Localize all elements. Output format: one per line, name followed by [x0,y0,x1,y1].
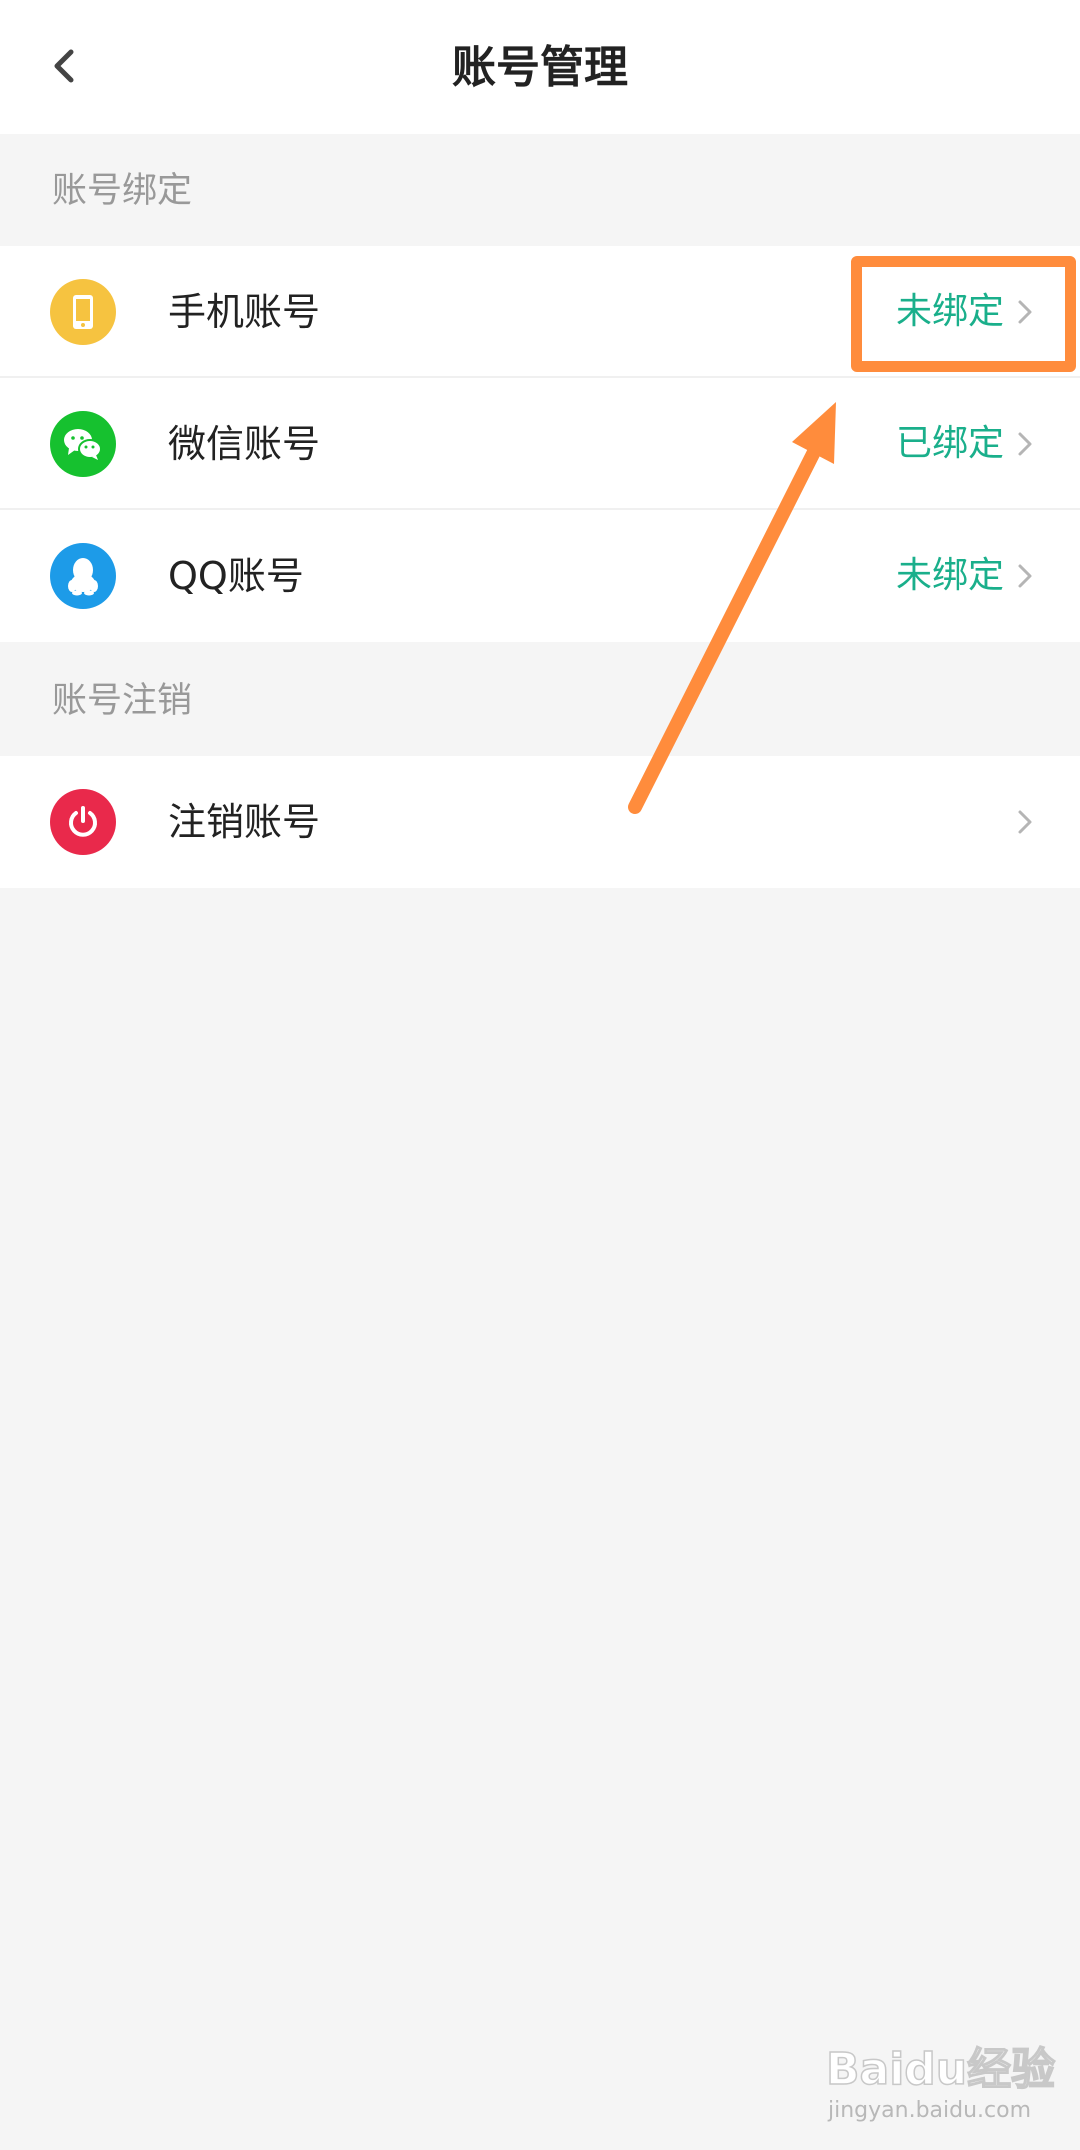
top-bar: 账号管理 [0,0,1080,134]
row-wechat-account[interactable]: 微信账号 已绑定 [0,378,1080,510]
status-phone: 未绑定 [895,291,1004,332]
row-label-qq: QQ账号 [168,554,304,598]
chevron-right-icon [1018,810,1032,834]
row-label-phone: 手机账号 [168,290,321,334]
page-title: 账号管理 [452,42,628,93]
row-qq-account[interactable]: QQ账号 未绑定 [0,510,1080,642]
wechat-icon [50,411,116,477]
row-label-wechat: 微信账号 [168,422,321,466]
status-qq: 未绑定 [895,555,1004,596]
phone-icon [50,279,116,345]
row-cancel-account[interactable]: 注销账号 [0,756,1080,888]
row-label-cancel: 注销账号 [168,800,321,844]
section-label-cancel: 账号注销 [52,681,193,721]
row-phone-account[interactable]: 手机账号 未绑定 [0,246,1080,378]
power-icon [50,789,116,855]
chevron-right-icon [1018,300,1032,324]
watermark: Baidu经验 jingyan.baidu.com [825,2040,1066,2130]
chevron-right-icon [1018,432,1032,456]
section-header-binding: 账号绑定 [0,134,1080,246]
section-header-cancel: 账号注销 [0,642,1080,756]
qq-icon [50,543,116,609]
section-label-binding: 账号绑定 [52,171,193,211]
status-wechat: 已绑定 [895,423,1004,464]
watermark-url: jingyan.baidu.com [828,2098,1032,2123]
chevron-right-icon [1018,564,1032,588]
watermark-brand: Baidu经验 [825,2043,1056,2096]
